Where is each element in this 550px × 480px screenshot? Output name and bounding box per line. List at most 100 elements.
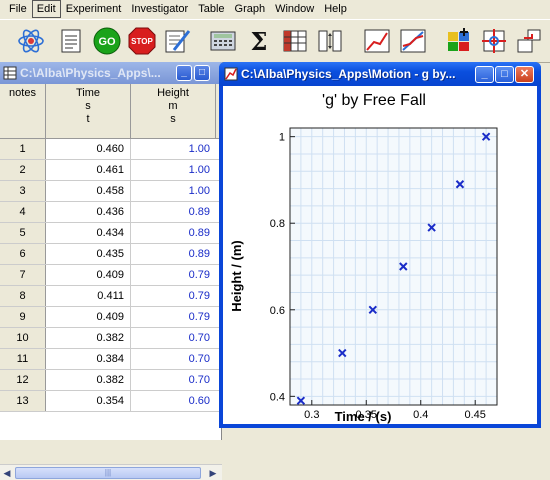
height-cell[interactable]: 1.00 <box>131 139 216 159</box>
height-cell[interactable]: 0.70 <box>131 370 216 390</box>
chart-title: 'g' by Free Fall <box>322 92 426 109</box>
table-row[interactable]: 11 0.384 0.70 <box>0 349 222 370</box>
height-cell[interactable]: 1.00 <box>131 181 216 201</box>
column-swap-icon[interactable] <box>315 26 345 56</box>
minimize-button[interactable]: _ <box>475 66 494 83</box>
table-row[interactable]: 4 0.436 0.89 <box>0 202 222 223</box>
height-cell[interactable]: 0.60 <box>131 391 216 411</box>
horizontal-scrollbar[interactable]: ◀ ||| ▶ <box>0 464 222 480</box>
height-cell[interactable]: 0.79 <box>131 307 216 327</box>
stop-label: STOP <box>131 37 153 46</box>
x-axis-label: Time / (s) <box>335 409 392 424</box>
row-number: 9 <box>0 307 46 327</box>
time-cell[interactable]: 0.458 <box>46 181 131 201</box>
table-icon[interactable] <box>280 26 310 56</box>
menu-graph[interactable]: Graph <box>230 1 271 17</box>
graph-fit-icon[interactable] <box>398 26 428 56</box>
table-row[interactable]: 3 0.458 1.00 <box>0 181 222 202</box>
time-cell[interactable]: 0.354 <box>46 391 131 411</box>
stop-button[interactable]: STOP <box>127 26 157 56</box>
height-cell[interactable]: 1.00 <box>131 160 216 180</box>
time-cell[interactable]: 0.382 <box>46 328 131 348</box>
time-cell[interactable]: 0.382 <box>46 370 131 390</box>
table-row[interactable]: 6 0.435 0.89 <box>0 244 222 265</box>
height-cell[interactable]: 0.89 <box>131 223 216 243</box>
table-row[interactable]: 10 0.382 0.70 <box>0 328 222 349</box>
height-cell[interactable]: 0.70 <box>131 328 216 348</box>
height-cell[interactable]: 0.70 <box>131 349 216 369</box>
column-header-notes[interactable]: notes <box>0 84 46 138</box>
column-unit: m <box>168 100 178 112</box>
time-cell[interactable]: 0.436 <box>46 202 131 222</box>
height-cell[interactable]: 0.79 <box>131 286 216 306</box>
go-label: GO <box>98 36 116 48</box>
crosshair-icon[interactable] <box>479 26 509 56</box>
time-cell[interactable]: 0.409 <box>46 307 131 327</box>
scroll-right-icon[interactable]: ▶ <box>206 466 220 480</box>
column-label: notes <box>9 87 36 99</box>
calculator-icon[interactable] <box>208 26 238 56</box>
scroll-thumb[interactable]: ||| <box>15 467 201 479</box>
time-cell[interactable]: 0.384 <box>46 349 131 369</box>
toolbar: GO STOP Σ <box>0 19 550 63</box>
table-row[interactable]: 2 0.461 1.00 <box>0 160 222 181</box>
notepad-icon[interactable] <box>56 26 86 56</box>
table-row[interactable]: 7 0.409 0.79 <box>0 265 222 286</box>
scroll-left-icon[interactable]: ◀ <box>0 466 14 480</box>
row-number: 11 <box>0 349 46 369</box>
time-cell[interactable]: 0.411 <box>46 286 131 306</box>
row-number: 10 <box>0 328 46 348</box>
new-graph-icon[interactable] <box>444 26 474 56</box>
atom-icon[interactable] <box>16 26 46 56</box>
menu-window[interactable]: Window <box>270 1 319 17</box>
table-window: C:\Alba\Physics_Apps\... _ □ notes Time … <box>0 62 222 480</box>
maximize-button[interactable]: □ <box>194 65 210 81</box>
time-cell[interactable]: 0.409 <box>46 265 131 285</box>
table-row[interactable]: 13 0.354 0.60 <box>0 391 222 412</box>
column-label: Height <box>157 87 189 99</box>
y-tick-label: 1 <box>279 132 285 144</box>
table-row[interactable]: 9 0.409 0.79 <box>0 307 222 328</box>
table-row[interactable]: 5 0.434 0.89 <box>0 223 222 244</box>
table-body: 1 0.460 1.00 2 0.461 1.00 3 0.458 1.00 4 0.436 0… <box>0 139 222 431</box>
plot-area: 'g' by Free Fall 0.3 0.35 0.4 0.45 0.4 0.6 0.8… <box>223 86 537 424</box>
menu-experiment[interactable]: Experiment <box>61 1 127 17</box>
y-axis-label: Height / (m) <box>229 240 244 312</box>
table-row[interactable]: 1 0.460 1.00 <box>0 139 222 160</box>
table-header: notes Time s t Height m s <box>0 84 222 139</box>
go-button[interactable]: GO <box>92 26 122 56</box>
table-window-icon <box>3 66 17 80</box>
transfer-icon[interactable] <box>514 26 544 56</box>
height-cell[interactable]: 0.79 <box>131 265 216 285</box>
menu-file[interactable]: File <box>4 1 32 17</box>
maximize-button[interactable]: □ <box>495 66 514 83</box>
scatter-chart[interactable]: 'g' by Free Fall 0.3 0.35 0.4 0.450.40.60.8… <box>223 86 537 424</box>
graph-icon[interactable] <box>362 26 392 56</box>
menu-help[interactable]: Help <box>319 1 352 17</box>
time-cell[interactable]: 0.434 <box>46 223 131 243</box>
minimize-button[interactable]: _ <box>176 65 192 81</box>
y-tick-label: 0.8 <box>270 218 285 230</box>
time-cell[interactable]: 0.461 <box>46 160 131 180</box>
column-label: Time <box>75 87 101 99</box>
graph-window: C:\Alba\Physics_Apps\Motion - g by... _ … <box>219 62 541 428</box>
x-tick-label: 0.3 <box>304 409 319 421</box>
row-number: 3 <box>0 181 46 201</box>
menu-table[interactable]: Table <box>193 1 229 17</box>
height-cell[interactable]: 0.89 <box>131 202 216 222</box>
time-cell[interactable]: 0.460 <box>46 139 131 159</box>
column-header-time[interactable]: Time s t <box>46 84 131 138</box>
notebook-pen-icon[interactable] <box>162 26 192 56</box>
x-tick-label: 0.4 <box>413 409 428 421</box>
time-cell[interactable]: 0.435 <box>46 244 131 264</box>
plot-grid <box>289 128 498 405</box>
column-header-height[interactable]: Height m s <box>131 84 216 138</box>
table-row[interactable]: 8 0.411 0.79 <box>0 286 222 307</box>
table-row[interactable]: 12 0.382 0.70 <box>0 370 222 391</box>
close-button[interactable]: ✕ <box>515 66 534 83</box>
menu-investigator[interactable]: Investigator <box>126 1 193 17</box>
row-number: 8 <box>0 286 46 306</box>
height-cell[interactable]: 0.89 <box>131 244 216 264</box>
sigma-icon[interactable]: Σ <box>244 26 274 56</box>
menu-edit[interactable]: Edit <box>31 0 61 18</box>
